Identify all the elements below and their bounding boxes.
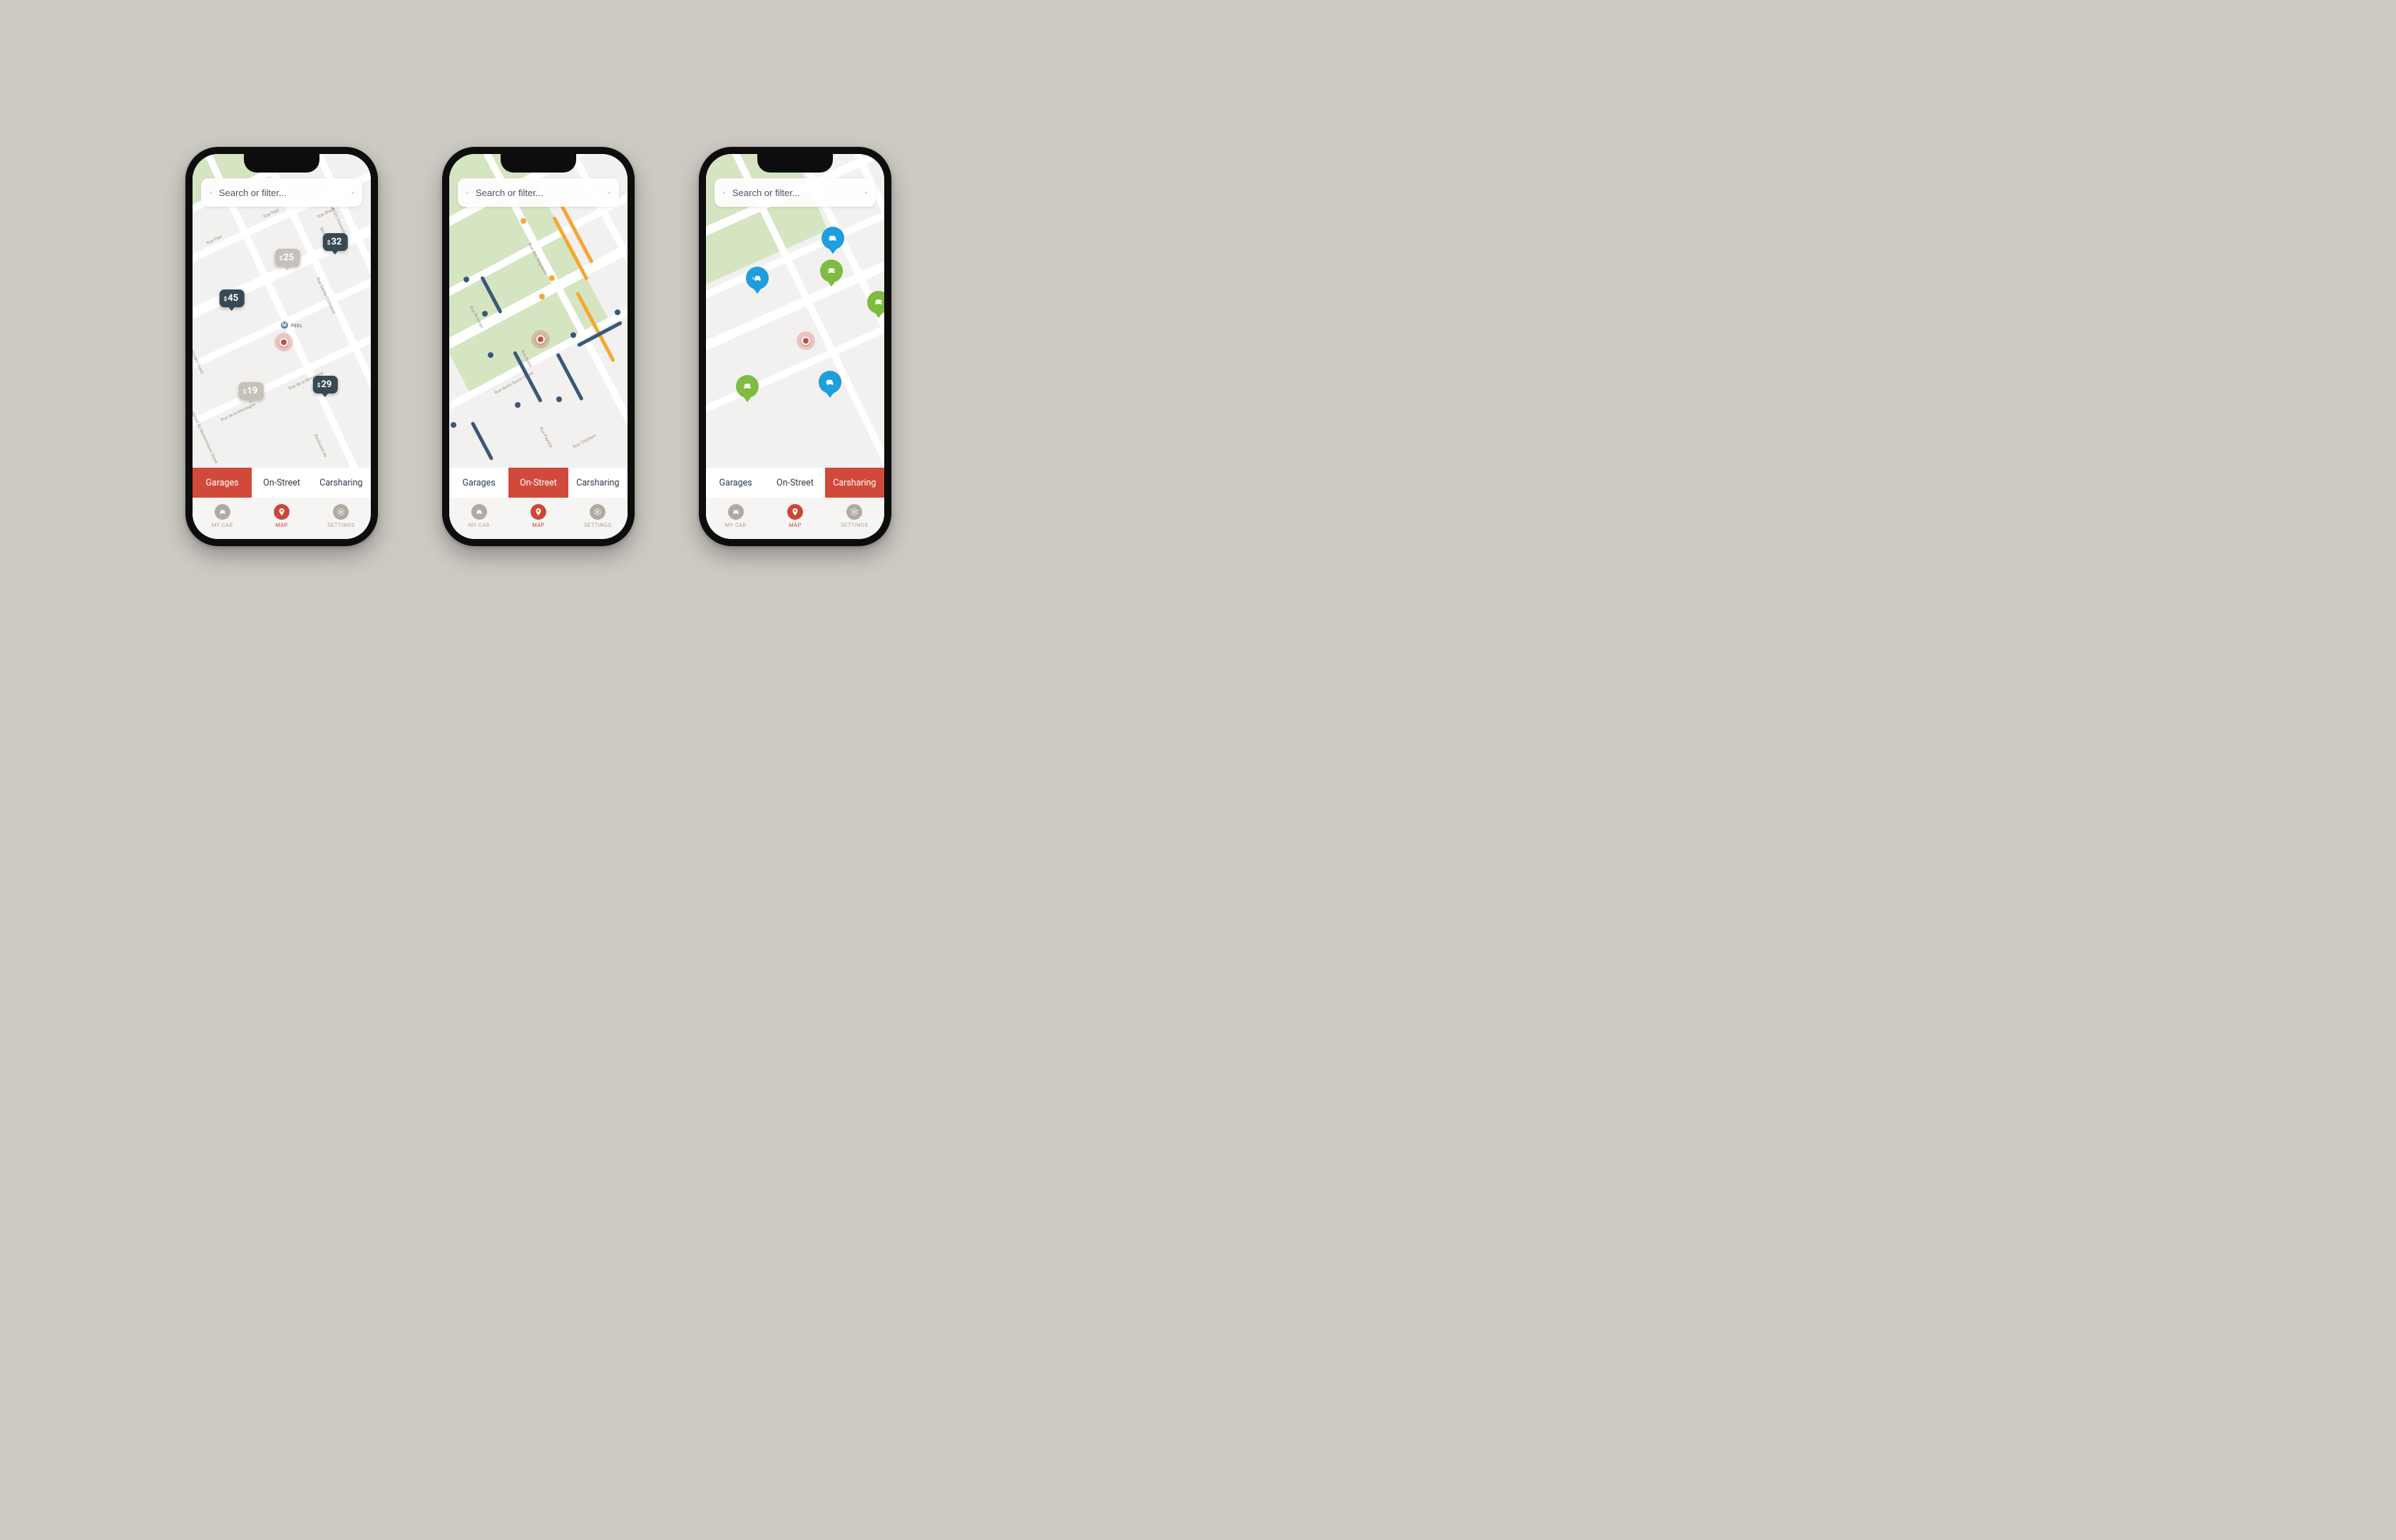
search-input[interactable] [219, 188, 344, 198]
metro-station-label: PEEL [291, 323, 302, 329]
tab-onstreet[interactable]: On-Street [252, 468, 311, 498]
carshare-pin[interactable] [736, 375, 759, 402]
street-segment-endpoint-icon [488, 352, 493, 358]
car-side-icon [821, 227, 844, 250]
nav-map[interactable]: MAP [508, 498, 568, 535]
nav-map[interactable]: MAP [252, 498, 311, 535]
gear-icon [333, 504, 349, 520]
nav-settings[interactable]: SETTINGS [568, 498, 628, 535]
nav-label: SETTINGS [841, 522, 868, 528]
tab-garages[interactable]: Garages [706, 468, 765, 498]
street-segment-restricted[interactable] [471, 421, 494, 461]
nav-label: SETTINGS [327, 522, 354, 528]
locate-icon[interactable] [865, 188, 867, 198]
carshare-pin[interactable] [819, 371, 841, 398]
street-segment-endpoint-icon [515, 402, 521, 408]
map-pin-icon [787, 504, 803, 520]
search-bar[interactable] [715, 178, 876, 207]
street-segment-endpoint-icon [451, 422, 456, 428]
device-notch [244, 154, 319, 173]
tab-onstreet[interactable]: On-Street [508, 468, 568, 498]
carshare-pin[interactable] [820, 260, 843, 287]
phone-mockup-onstreet: Rue Rickman Rue des Seigneurs Rue Notre … [442, 147, 635, 546]
nav-label: MY CAR [469, 522, 490, 528]
carshare-pin[interactable] [867, 291, 884, 318]
search-icon [466, 188, 469, 198]
nav-label: MY CAR [212, 522, 233, 528]
nav-label: MAP [532, 522, 545, 528]
street-label: Boulevard de [313, 433, 328, 458]
filter-tabs: Garages On-Street Carsharing [449, 468, 628, 498]
street-label: Rue Chatham [572, 433, 597, 450]
street-segment-endpoint-icon [615, 309, 620, 315]
nav-map[interactable]: MAP [765, 498, 824, 535]
street-segment-restricted[interactable] [556, 353, 583, 401]
street-segment-endpoint-icon [556, 396, 562, 402]
price-pin[interactable]: $19 [239, 382, 264, 400]
gear-icon [846, 504, 862, 520]
device-notch [501, 154, 576, 173]
tab-carsharing[interactable]: Carsharing [825, 468, 884, 498]
filter-tabs: Garages On-Street Carsharing [706, 468, 884, 498]
user-location-icon [275, 333, 293, 351]
search-icon [723, 188, 725, 198]
carshare-pin[interactable] [746, 267, 769, 294]
tab-garages[interactable]: Garages [193, 468, 252, 498]
map-pin-icon [531, 504, 546, 520]
street-segment-endpoint-icon [570, 332, 576, 338]
nav-label: MAP [275, 522, 288, 528]
search-input[interactable] [476, 188, 601, 198]
carshare-pin[interactable] [821, 227, 844, 254]
nav-settings[interactable]: SETTINGS [312, 498, 371, 535]
price-pin[interactable]: $45 [220, 289, 245, 307]
locate-icon[interactable] [608, 188, 610, 198]
street-segment-endpoint-icon [539, 294, 545, 299]
phone-mockup-carsharing: Garages On-Street Carsharing MY CAR MAP … [699, 147, 891, 546]
locate-icon[interactable] [352, 188, 354, 198]
user-location-icon [531, 330, 550, 349]
tab-carsharing[interactable]: Carsharing [568, 468, 628, 498]
device-notch [757, 154, 833, 173]
filter-tabs: Garages On-Street Carsharing [193, 468, 371, 498]
nav-label: SETTINGS [584, 522, 611, 528]
search-input[interactable] [732, 188, 858, 198]
car-icon [471, 504, 487, 520]
tab-garages[interactable]: Garages [449, 468, 508, 498]
nav-mycar[interactable]: MY CAR [193, 498, 252, 535]
phone-mockup-garages: Rue Peel Rue Peel Rue de la Montagne Rue… [185, 147, 378, 546]
car-front-icon [736, 375, 759, 398]
search-bar[interactable] [458, 178, 619, 207]
metro-station-icon: M [281, 322, 288, 329]
car-side-icon [819, 371, 841, 394]
street-segment-endpoint-icon [464, 277, 469, 282]
nav-mycar[interactable]: MY CAR [449, 498, 508, 535]
bottom-nav: MY CAR MAP SETTINGS [706, 498, 884, 539]
car-front-icon [867, 291, 884, 314]
price-pin[interactable]: $32 [323, 233, 348, 251]
street-segment-endpoint-icon [549, 275, 555, 281]
car-front-icon [820, 260, 843, 282]
nav-settings[interactable]: SETTINGS [825, 498, 884, 535]
nav-label: MY CAR [725, 522, 747, 528]
bottom-nav: MY CAR MAP SETTINGS [193, 498, 371, 539]
car-icon [728, 504, 744, 520]
price-pin[interactable]: $25 [275, 249, 300, 267]
street-label: Rue Payette [538, 426, 553, 448]
nav-label: MAP [789, 522, 802, 528]
bottom-nav: MY CAR MAP SETTINGS [449, 498, 628, 539]
car-icon [215, 504, 230, 520]
gear-icon [590, 504, 605, 520]
tab-carsharing[interactable]: Carsharing [312, 468, 371, 498]
nav-mycar[interactable]: MY CAR [706, 498, 765, 535]
map-pin-icon [274, 504, 290, 520]
user-location-icon [797, 332, 815, 350]
car-plug-icon [746, 267, 769, 289]
search-bar[interactable] [201, 178, 362, 207]
street-segment-endpoint-icon [482, 311, 488, 317]
street-segment-endpoint-icon [521, 218, 526, 224]
price-pin[interactable]: $29 [313, 376, 338, 394]
tab-onstreet[interactable]: On-Street [765, 468, 824, 498]
search-icon [210, 188, 212, 198]
